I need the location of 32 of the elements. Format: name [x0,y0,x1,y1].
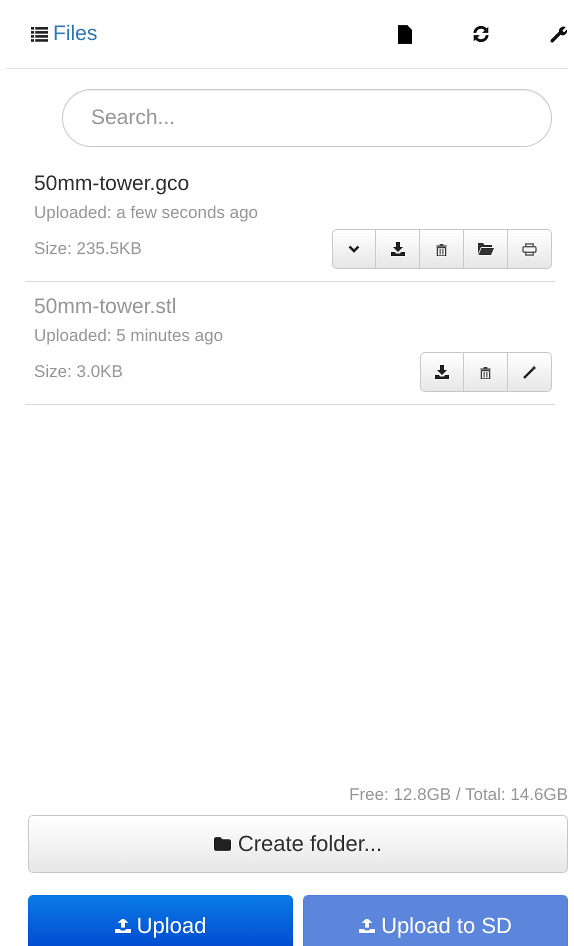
folder-icon [214,837,231,851]
download-button[interactable] [376,229,420,269]
trash-button[interactable] [464,352,508,392]
upload-time: Uploaded: a few seconds ago [34,202,259,224]
storage-info: Free: 12.8GB / Total: 14.6GB [348,785,568,805]
create-folder-button[interactable]: Create folder... [28,815,568,873]
panel-title[interactable]: Files [53,22,98,46]
upload-button[interactable]: Upload [28,895,293,946]
file-name[interactable]: 50mm-tower.gco [34,169,555,199]
upload-time: Uploaded: 5 minutes ago [34,325,224,347]
file-size: Size: 3.0KB [34,361,123,383]
refresh-icon[interactable] [472,25,490,43]
upload-icon [114,918,131,932]
trash-button[interactable] [420,229,464,269]
download-icon [435,365,449,379]
printer-button[interactable] [508,229,552,269]
list-icon [31,26,48,42]
upload-icon [359,918,376,932]
wand-icon [522,365,536,379]
search-field[interactable]: Search... [62,89,552,147]
trash-icon [480,366,491,378]
wrench-icon[interactable] [550,25,568,43]
chevron-down-icon [348,244,360,254]
printer-icon [522,242,537,256]
folder-icon [478,243,494,255]
file-size: Size: 235.5KB [34,238,142,260]
download-icon [390,242,404,256]
download-button[interactable] [420,352,464,392]
trash-icon [436,242,447,256]
folder-button[interactable] [464,229,508,269]
wand-button[interactable] [508,352,552,392]
sd-card-icon[interactable] [398,24,412,44]
